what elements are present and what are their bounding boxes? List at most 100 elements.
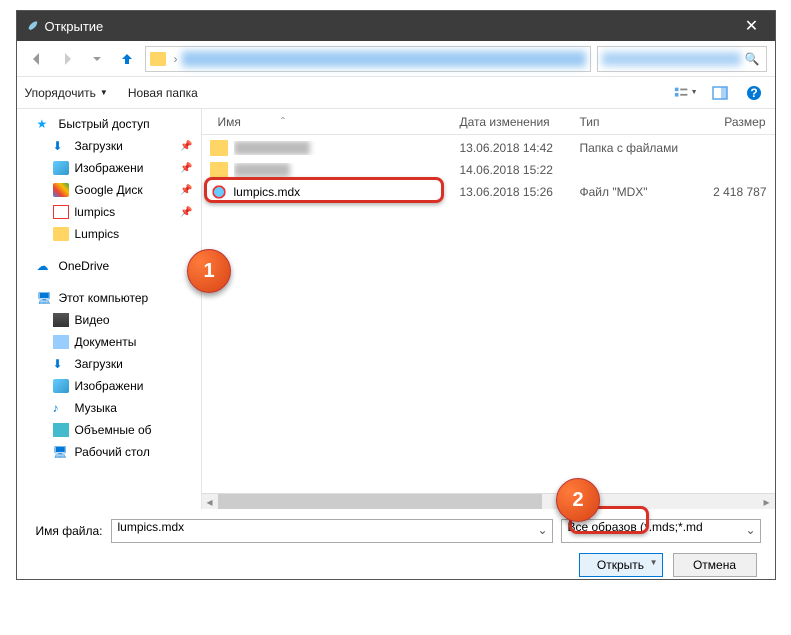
sidebar-onedrive[interactable]: ☁ OneDrive (17, 255, 201, 277)
open-dialog-window: Открытие ✕ › 🔍 Упорядочить ▼ Новая папка… (16, 10, 776, 580)
sidebar-label: Этот компьютер (59, 291, 149, 305)
annotation-marker-2: 2 (556, 478, 600, 522)
folder-icon (53, 227, 69, 241)
sidebar-images[interactable]: Изображени📌 (17, 157, 201, 179)
sidebar-thispc[interactable]: 🖥Этот компьютер (17, 287, 201, 309)
svg-text:?: ? (750, 86, 757, 100)
sidebar-desktop[interactable]: 🖥Рабочий стол (17, 441, 201, 463)
file-date: 14.06.2018 15:22 (460, 163, 580, 177)
col-label: Дата изменения (460, 115, 550, 129)
up-button[interactable] (115, 47, 139, 71)
sidebar-3dobjects[interactable]: Объемные об (17, 419, 201, 441)
file-list: hidden 13.06.2018 14:42 Папка с файлами … (202, 135, 775, 203)
sidebar-lumpics1[interactable]: lumpics📌 (17, 201, 201, 223)
chevron-down-icon: ⌄ (537, 523, 547, 537)
navigation-row: › 🔍 (17, 41, 775, 77)
sidebar-video[interactable]: Видео (17, 309, 201, 331)
forward-button[interactable] (55, 47, 79, 71)
window-title: Открытие (45, 19, 737, 34)
file-name: hid (234, 163, 460, 177)
column-size[interactable]: Размер (702, 115, 775, 129)
sidebar-label: Музыка (75, 401, 117, 415)
horizontal-scrollbar[interactable]: ◂ ▸ (202, 493, 775, 509)
filetype-select[interactable]: Все образов (*.mds;*.md ⌄ (561, 519, 761, 543)
mdx-file-icon (210, 184, 228, 200)
sidebar-gdrive[interactable]: Google Диск📌 (17, 179, 201, 201)
onedrive-icon: ☁ (37, 259, 53, 273)
sidebar-music[interactable]: ♪ Музыка (17, 397, 201, 419)
folder-icon (150, 52, 166, 66)
download-icon: ⬇ (53, 357, 69, 371)
filename-input[interactable]: lumpics.mdx ⌄ (111, 519, 553, 543)
sidebar-documents[interactable]: Документы (17, 331, 201, 353)
address-bar[interactable]: › (145, 46, 591, 72)
organize-menu[interactable]: Упорядочить ▼ (25, 86, 108, 100)
file-date: 13.06.2018 14:42 (460, 141, 580, 155)
scroll-track[interactable] (218, 494, 759, 509)
file-type: Файл "MDX" (580, 185, 710, 199)
sidebar-images2[interactable]: Изображени (17, 375, 201, 397)
file-type: Папка с файлами (580, 141, 710, 155)
lumpics-icon (53, 205, 69, 219)
sidebar-label: OneDrive (59, 259, 110, 273)
file-row-selected[interactable]: lumpics.mdx 13.06.2018 15:26 Файл "MDX" … (202, 181, 775, 203)
scroll-thumb[interactable] (218, 494, 543, 509)
column-name[interactable]: Имяˆ (202, 115, 452, 129)
app-feather-icon (25, 19, 39, 33)
sidebar-label: Видео (75, 313, 110, 327)
filename-label: Имя файла: (31, 524, 103, 538)
sidebar-label: Документы (75, 335, 137, 349)
sidebar-label: Объемные об (75, 423, 152, 437)
new-folder-button[interactable]: Новая папка (128, 86, 198, 100)
filetype-value: Все образов (*.mds;*.md (568, 520, 703, 534)
titlebar: Открытие ✕ (17, 11, 775, 41)
col-label: Размер (724, 115, 765, 129)
chevron-right-icon: › (174, 52, 178, 66)
sidebar-label: Lumpics (75, 227, 120, 241)
sidebar-label: Google Диск (75, 183, 143, 197)
sidebar-lumpics2[interactable]: Lumpics (17, 223, 201, 245)
documents-icon (53, 335, 69, 349)
scroll-right-arrow[interactable]: ▸ (759, 494, 775, 509)
cancel-button[interactable]: Отмена (673, 553, 757, 577)
open-button[interactable]: Открыть ▼ (579, 553, 663, 577)
search-icon: 🔍 (745, 52, 760, 66)
bottom-panel: Имя файла: lumpics.mdx ⌄ Все образов (*.… (17, 509, 775, 587)
sidebar-downloads2[interactable]: ⬇Загрузки (17, 353, 201, 375)
folder-icon (210, 140, 228, 156)
view-options-button[interactable]: ▼ (673, 82, 699, 104)
sidebar-quick-access[interactable]: ★ Быстрый доступ (17, 113, 201, 135)
column-type[interactable]: Тип (572, 115, 702, 129)
folder-icon (210, 162, 228, 178)
file-name: lumpics.mdx (234, 185, 460, 199)
file-size: 2 418 787 (710, 185, 775, 199)
sidebar-downloads[interactable]: ⬇Загрузки📌 (17, 135, 201, 157)
star-icon: ★ (37, 117, 53, 131)
pin-icon: 📌 (180, 141, 192, 152)
sort-indicator-icon: ˆ (281, 115, 285, 129)
filename-row: Имя файла: lumpics.mdx ⌄ Все образов (*.… (31, 519, 761, 543)
col-label: Тип (580, 115, 600, 129)
column-date[interactable]: Дата изменения (452, 115, 572, 129)
file-row[interactable]: hid 14.06.2018 15:22 (202, 159, 775, 181)
video-icon (53, 313, 69, 327)
back-button[interactable] (25, 47, 49, 71)
organize-label: Упорядочить (25, 86, 96, 100)
sidebar-label: Быстрый доступ (59, 117, 150, 131)
close-button[interactable]: ✕ (737, 16, 767, 36)
annotation-marker-1: 1 (187, 249, 231, 293)
file-date: 13.06.2018 15:26 (460, 185, 580, 199)
preview-pane-button[interactable] (707, 82, 733, 104)
sidebar: ★Быстрый доступ ⬇Загрузки📌 Изображени📌 G… (17, 109, 202, 509)
help-button[interactable]: ? (741, 82, 767, 104)
sidebar-label: Изображени (75, 161, 144, 175)
pin-icon: 📌 (180, 207, 192, 218)
scroll-left-arrow[interactable]: ◂ (202, 494, 218, 509)
chevron-down-icon: ⌄ (745, 523, 755, 537)
search-placeholder-blurred (602, 52, 741, 66)
filename-value: lumpics.mdx (118, 520, 185, 534)
search-box[interactable]: 🔍 (597, 46, 767, 72)
file-row[interactable]: hidden 13.06.2018 14:42 Папка с файлами (202, 137, 775, 159)
music-icon: ♪ (53, 401, 69, 415)
recent-dropdown[interactable] (85, 47, 109, 71)
